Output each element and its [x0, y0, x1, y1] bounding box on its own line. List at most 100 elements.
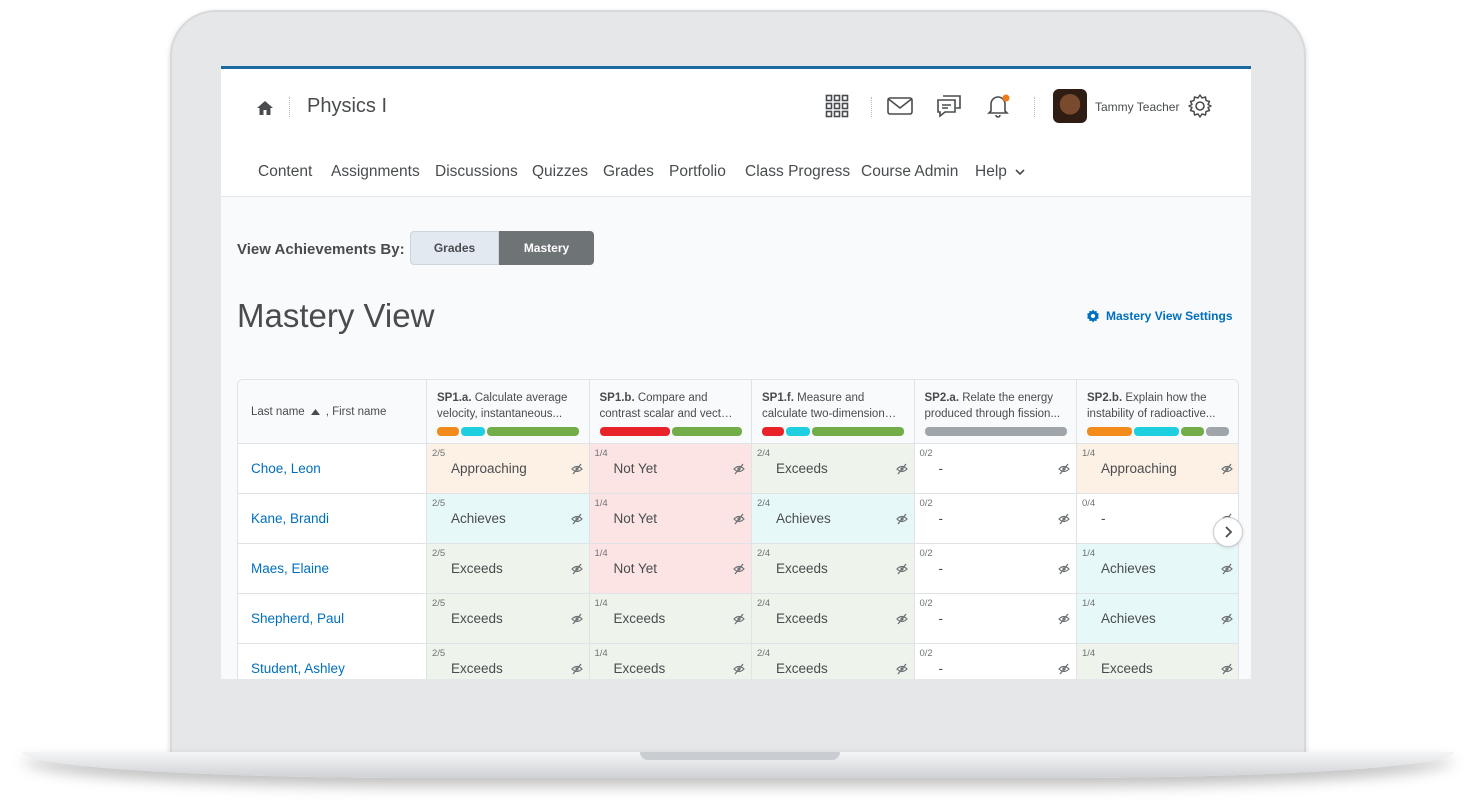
avatar[interactable] — [1053, 89, 1087, 123]
mastery-cell[interactable]: 1/4 Not Yet — [589, 444, 752, 494]
name-column-header[interactable]: Last name , First name — [238, 380, 427, 444]
mastery-cell[interactable]: 2/5 Achieves — [427, 494, 590, 544]
hidden-eye-icon[interactable] — [895, 663, 908, 675]
hidden-eye-icon[interactable] — [1058, 613, 1070, 625]
hidden-eye-icon[interactable] — [570, 463, 583, 475]
hidden-eye-icon[interactable] — [733, 463, 745, 475]
mastery-cell[interactable]: 1/4 Exceeds — [589, 644, 752, 679]
toggle-grades-button[interactable]: Grades — [410, 231, 499, 265]
student-name-link[interactable]: Maes, Elaine — [251, 561, 329, 576]
main-content: View Achievements By: Grades Mastery Mas… — [221, 197, 1251, 679]
score-count: 2/5 — [432, 648, 446, 659]
mastery-level: Approaching — [451, 461, 527, 476]
hidden-eye-icon[interactable] — [1058, 463, 1070, 475]
view-achievements-label: View Achievements By: — [237, 241, 405, 258]
bell-icon[interactable] — [985, 93, 1011, 119]
distribution-segment — [599, 427, 670, 436]
mastery-cell[interactable]: 2/4 Exceeds — [752, 594, 915, 644]
mastery-cell[interactable]: 1/4 Exceeds — [1077, 644, 1238, 679]
nav-course-admin[interactable]: Course Admin — [861, 163, 958, 181]
mastery-cell[interactable]: 2/4 Exceeds — [752, 444, 915, 494]
mastery-cell[interactable]: 2/4 Exceeds — [752, 644, 915, 679]
mastery-cell[interactable]: 0/2- — [914, 644, 1077, 679]
home-icon[interactable] — [256, 99, 274, 117]
hidden-eye-icon[interactable] — [570, 563, 583, 575]
hidden-eye-icon[interactable] — [570, 513, 583, 525]
scroll-right-button[interactable] — [1213, 517, 1243, 547]
student-name-link[interactable]: Shepherd, Paul — [251, 611, 344, 626]
outcome-column-header[interactable]: SP1.b. Compare and contrast scalar and ve… — [589, 380, 752, 444]
gear-icon[interactable] — [1187, 93, 1213, 119]
mastery-cell[interactable]: 2/4 Achieves — [752, 494, 915, 544]
mastery-cell[interactable]: 1/4 Not Yet — [589, 544, 752, 594]
hidden-eye-icon[interactable] — [570, 613, 583, 625]
hidden-eye-icon[interactable] — [733, 663, 745, 675]
first-name-sort[interactable]: , First name — [326, 406, 387, 418]
mastery-cell[interactable]: 1/4 Achieves — [1077, 544, 1238, 594]
mastery-level: Exceeds — [1101, 661, 1153, 676]
mastery-cell[interactable]: 0/2- — [914, 444, 1077, 494]
nav-class-progress[interactable]: Class Progress — [745, 163, 850, 181]
student-name-link[interactable]: Student, Ashley — [251, 661, 345, 676]
mastery-level: Achieves — [1101, 561, 1156, 576]
nav-grades[interactable]: Grades — [603, 163, 654, 181]
laptop-notch — [640, 752, 840, 760]
nav-help[interactable]: Help — [975, 163, 1025, 181]
outcome-column-header[interactable]: SP1.a. Calculate average velocity, instan… — [427, 380, 590, 444]
outcome-column-header[interactable]: SP2.b. Explain how the instability of rad… — [1077, 380, 1238, 444]
mastery-cell[interactable]: 2/4 Exceeds — [752, 544, 915, 594]
mastery-cell[interactable]: 1/4 Approaching — [1077, 444, 1238, 494]
hidden-eye-icon[interactable] — [895, 513, 908, 525]
hidden-eye-icon[interactable] — [733, 513, 745, 525]
nav-assignments[interactable]: Assignments — [331, 163, 420, 181]
nav-help-label: Help — [975, 163, 1007, 180]
mastery-cell[interactable]: 0/2- — [914, 494, 1077, 544]
hidden-eye-icon[interactable] — [1058, 563, 1070, 575]
student-name-link[interactable]: Choe, Leon — [251, 461, 321, 476]
score-count: 2/4 — [757, 448, 771, 459]
user-name[interactable]: Tammy Teacher — [1095, 100, 1179, 114]
mastery-level: Approaching — [1101, 461, 1177, 476]
hidden-eye-icon[interactable] — [1220, 463, 1233, 475]
hidden-eye-icon[interactable] — [570, 663, 583, 675]
hidden-eye-icon[interactable] — [733, 613, 745, 625]
hidden-eye-icon[interactable] — [1058, 513, 1070, 525]
nav-content[interactable]: Content — [258, 163, 312, 181]
course-title[interactable]: Physics I — [307, 95, 387, 118]
toggle-mastery-button[interactable]: Mastery — [499, 231, 594, 265]
hidden-eye-icon[interactable] — [1220, 613, 1233, 625]
chat-icon[interactable] — [936, 93, 962, 119]
mastery-cell[interactable]: 2/5 Exceeds — [427, 594, 590, 644]
mastery-cell[interactable]: 1/4 Achieves — [1077, 594, 1238, 644]
last-name-sort[interactable]: Last name — [251, 406, 305, 418]
hidden-eye-icon[interactable] — [895, 563, 908, 575]
apps-grid-icon[interactable] — [824, 93, 850, 119]
outcome-column-header[interactable]: SP2.a. Relate the energy produced through… — [914, 380, 1077, 444]
mastery-cell[interactable]: 1/4 Not Yet — [589, 494, 752, 544]
score-count: 2/4 — [757, 648, 771, 659]
outcome-title-line1: SP2.a. Relate the energy — [924, 392, 1054, 404]
hidden-eye-icon[interactable] — [1220, 563, 1233, 575]
mastery-cell[interactable]: 1/4 Exceeds — [589, 594, 752, 644]
nav-portfolio[interactable]: Portfolio — [669, 163, 726, 181]
student-name-link[interactable]: Kane, Brandi — [251, 511, 329, 526]
hidden-eye-icon[interactable] — [895, 613, 908, 625]
nav-quizzes[interactable]: Quizzes — [532, 163, 588, 181]
mail-icon[interactable] — [887, 93, 913, 119]
student-name-cell: Choe, Leon — [238, 444, 427, 494]
hidden-eye-icon[interactable] — [733, 563, 745, 575]
mastery-cell[interactable]: 0/2- — [914, 544, 1077, 594]
hidden-eye-icon[interactable] — [1058, 663, 1070, 675]
mastery-cell[interactable]: 2/5 Exceeds — [427, 544, 590, 594]
hidden-eye-icon[interactable] — [895, 463, 908, 475]
mastery-cell[interactable]: 2/5 Exceeds — [427, 644, 590, 679]
outcome-column-header[interactable]: SP1.f. Measure and calculate two-dimensio… — [752, 380, 915, 444]
distribution-segment — [786, 427, 810, 436]
mastery-view-settings-link[interactable]: Mastery View Settings — [1086, 309, 1233, 323]
nav-discussions[interactable]: Discussions — [435, 163, 518, 181]
score-count: 1/4 — [594, 448, 608, 459]
divider — [289, 97, 290, 117]
mastery-cell[interactable]: 0/2- — [914, 594, 1077, 644]
mastery-cell[interactable]: 2/5 Approaching — [427, 444, 590, 494]
hidden-eye-icon[interactable] — [1220, 663, 1233, 675]
